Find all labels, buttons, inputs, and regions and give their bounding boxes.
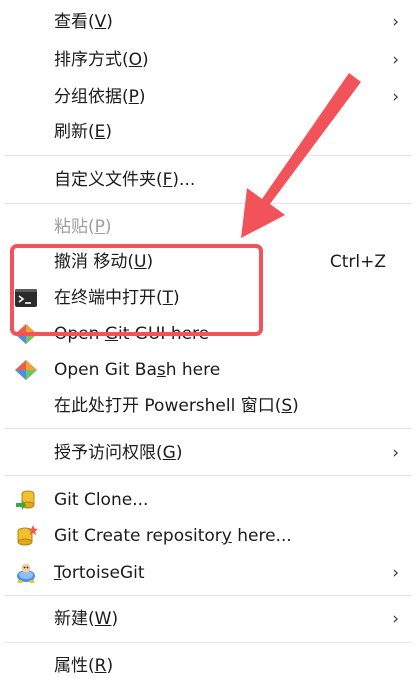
menu-separator xyxy=(4,642,412,643)
chevron-right-icon: › xyxy=(392,609,399,629)
menu-separator xyxy=(4,428,412,429)
chevron-right-icon: › xyxy=(392,443,399,463)
menu-item-label: 撤消 移动(U) xyxy=(54,252,154,272)
menu-item-label: Open Git Bash here xyxy=(54,360,221,380)
git-gui-icon xyxy=(14,323,38,345)
git-bash-icon xyxy=(14,359,38,381)
chevron-right-icon: › xyxy=(392,563,399,583)
menu-item-undo-move[interactable]: 撤消 移动(U) Ctrl+Z xyxy=(0,244,417,280)
menu-item-grant-access[interactable]: 授予访问权限(G) › xyxy=(0,435,417,471)
menu-item-open-powershell[interactable]: 在此处打开 Powershell 窗口(S) xyxy=(0,388,417,424)
menu-item-open-in-terminal[interactable]: 在终端中打开(T) xyxy=(0,280,417,316)
menu-separator xyxy=(4,475,412,476)
chevron-right-icon: › xyxy=(392,87,399,107)
menu-item-customize-folder[interactable]: 自定义文件夹(F)... xyxy=(0,162,417,198)
menu-item-properties[interactable]: 属性(R) xyxy=(0,648,417,684)
menu-item-git-clone[interactable]: Git Clone... xyxy=(0,482,417,518)
context-menu: 查看(V) › 排序方式(O) › 分组依据(P) › 刷新(E) 自定义文件夹… xyxy=(0,0,417,689)
menu-item-label: 排序方式(O) xyxy=(54,50,149,70)
menu-item-open-git-gui[interactable]: Open Git GUI here xyxy=(0,316,417,352)
menu-item-new[interactable]: 新建(W) › xyxy=(0,601,417,637)
tortoisegit-icon xyxy=(14,562,38,584)
chevron-right-icon: › xyxy=(392,50,399,70)
menu-item-view[interactable]: 查看(V) › xyxy=(0,4,417,40)
chevron-right-icon: › xyxy=(392,12,399,32)
menu-item-paste: 粘贴(P) xyxy=(0,209,417,245)
menu-item-tortoisegit[interactable]: TortoiseGit › xyxy=(0,555,417,591)
menu-item-label: 刷新(E) xyxy=(54,122,113,142)
menu-item-label: 在终端中打开(T) xyxy=(54,288,180,308)
menu-item-label: 属性(R) xyxy=(54,656,114,676)
menu-separator xyxy=(4,203,412,204)
menu-item-sort-by[interactable]: 排序方式(O) › xyxy=(0,42,417,78)
menu-item-label: 新建(W) xyxy=(54,609,119,629)
menu-separator xyxy=(4,155,412,156)
menu-item-label: 在此处打开 Powershell 窗口(S) xyxy=(54,396,299,416)
menu-item-label: 授予访问权限(G) xyxy=(54,443,183,463)
menu-item-label: TortoiseGit xyxy=(54,563,145,583)
menu-item-group-by[interactable]: 分组依据(P) › xyxy=(0,79,417,115)
menu-item-label: 查看(V) xyxy=(54,12,113,32)
terminal-icon xyxy=(14,287,38,309)
menu-item-git-create-repository[interactable]: Git Create repository here... xyxy=(0,518,417,554)
menu-item-label: Git Clone... xyxy=(54,490,149,510)
menu-item-label: 分组依据(P) xyxy=(54,87,146,107)
menu-item-open-git-bash[interactable]: Open Git Bash here xyxy=(0,352,417,388)
git-clone-icon xyxy=(14,489,38,511)
menu-item-refresh[interactable]: 刷新(E) xyxy=(0,114,417,150)
menu-item-label: 粘贴(P) xyxy=(54,217,112,237)
menu-item-label: Open Git GUI here xyxy=(54,324,210,344)
git-create-repo-icon xyxy=(14,525,38,547)
menu-item-label: 自定义文件夹(F)... xyxy=(54,170,196,190)
menu-item-label: Git Create repository here... xyxy=(54,526,292,546)
menu-separator xyxy=(4,595,412,596)
menu-item-shortcut: Ctrl+Z xyxy=(329,252,386,272)
